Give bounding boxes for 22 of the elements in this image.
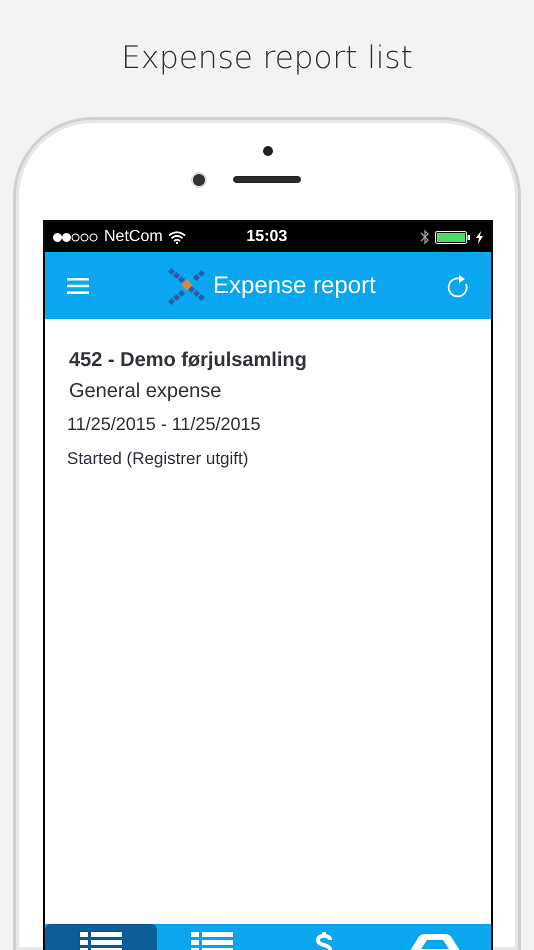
- list-icon: [80, 932, 122, 950]
- bluetooth-icon: [420, 229, 430, 245]
- menu-icon[interactable]: [67, 278, 89, 294]
- battery-icon: [434, 230, 471, 244]
- header-title: Expense report: [213, 272, 376, 300]
- list-icon: [191, 932, 234, 950]
- camera-icon: [193, 174, 205, 186]
- status-time: 15:03: [246, 228, 288, 246]
- signal-icon: [53, 232, 99, 242]
- refresh-icon[interactable]: [447, 274, 469, 298]
- report-type: General expense: [69, 380, 222, 403]
- tab[interactable]: [45, 924, 156, 950]
- report-title[interactable]: 452 - Demo førjulsamling: [69, 349, 491, 372]
- carrier-name: NetCom: [104, 228, 163, 246]
- charging-icon: [476, 230, 483, 244]
- sensor-icon: [263, 146, 273, 156]
- page-caption: Expense report list: [121, 40, 413, 76]
- speaker-icon: [233, 176, 301, 183]
- report-dates: 11/25/2015 - 11/25/2015: [67, 414, 262, 435]
- wifi-icon: [168, 230, 186, 244]
- report-status: Started (Registrer utgift): [67, 449, 250, 469]
- logo-icon: [167, 266, 207, 304]
